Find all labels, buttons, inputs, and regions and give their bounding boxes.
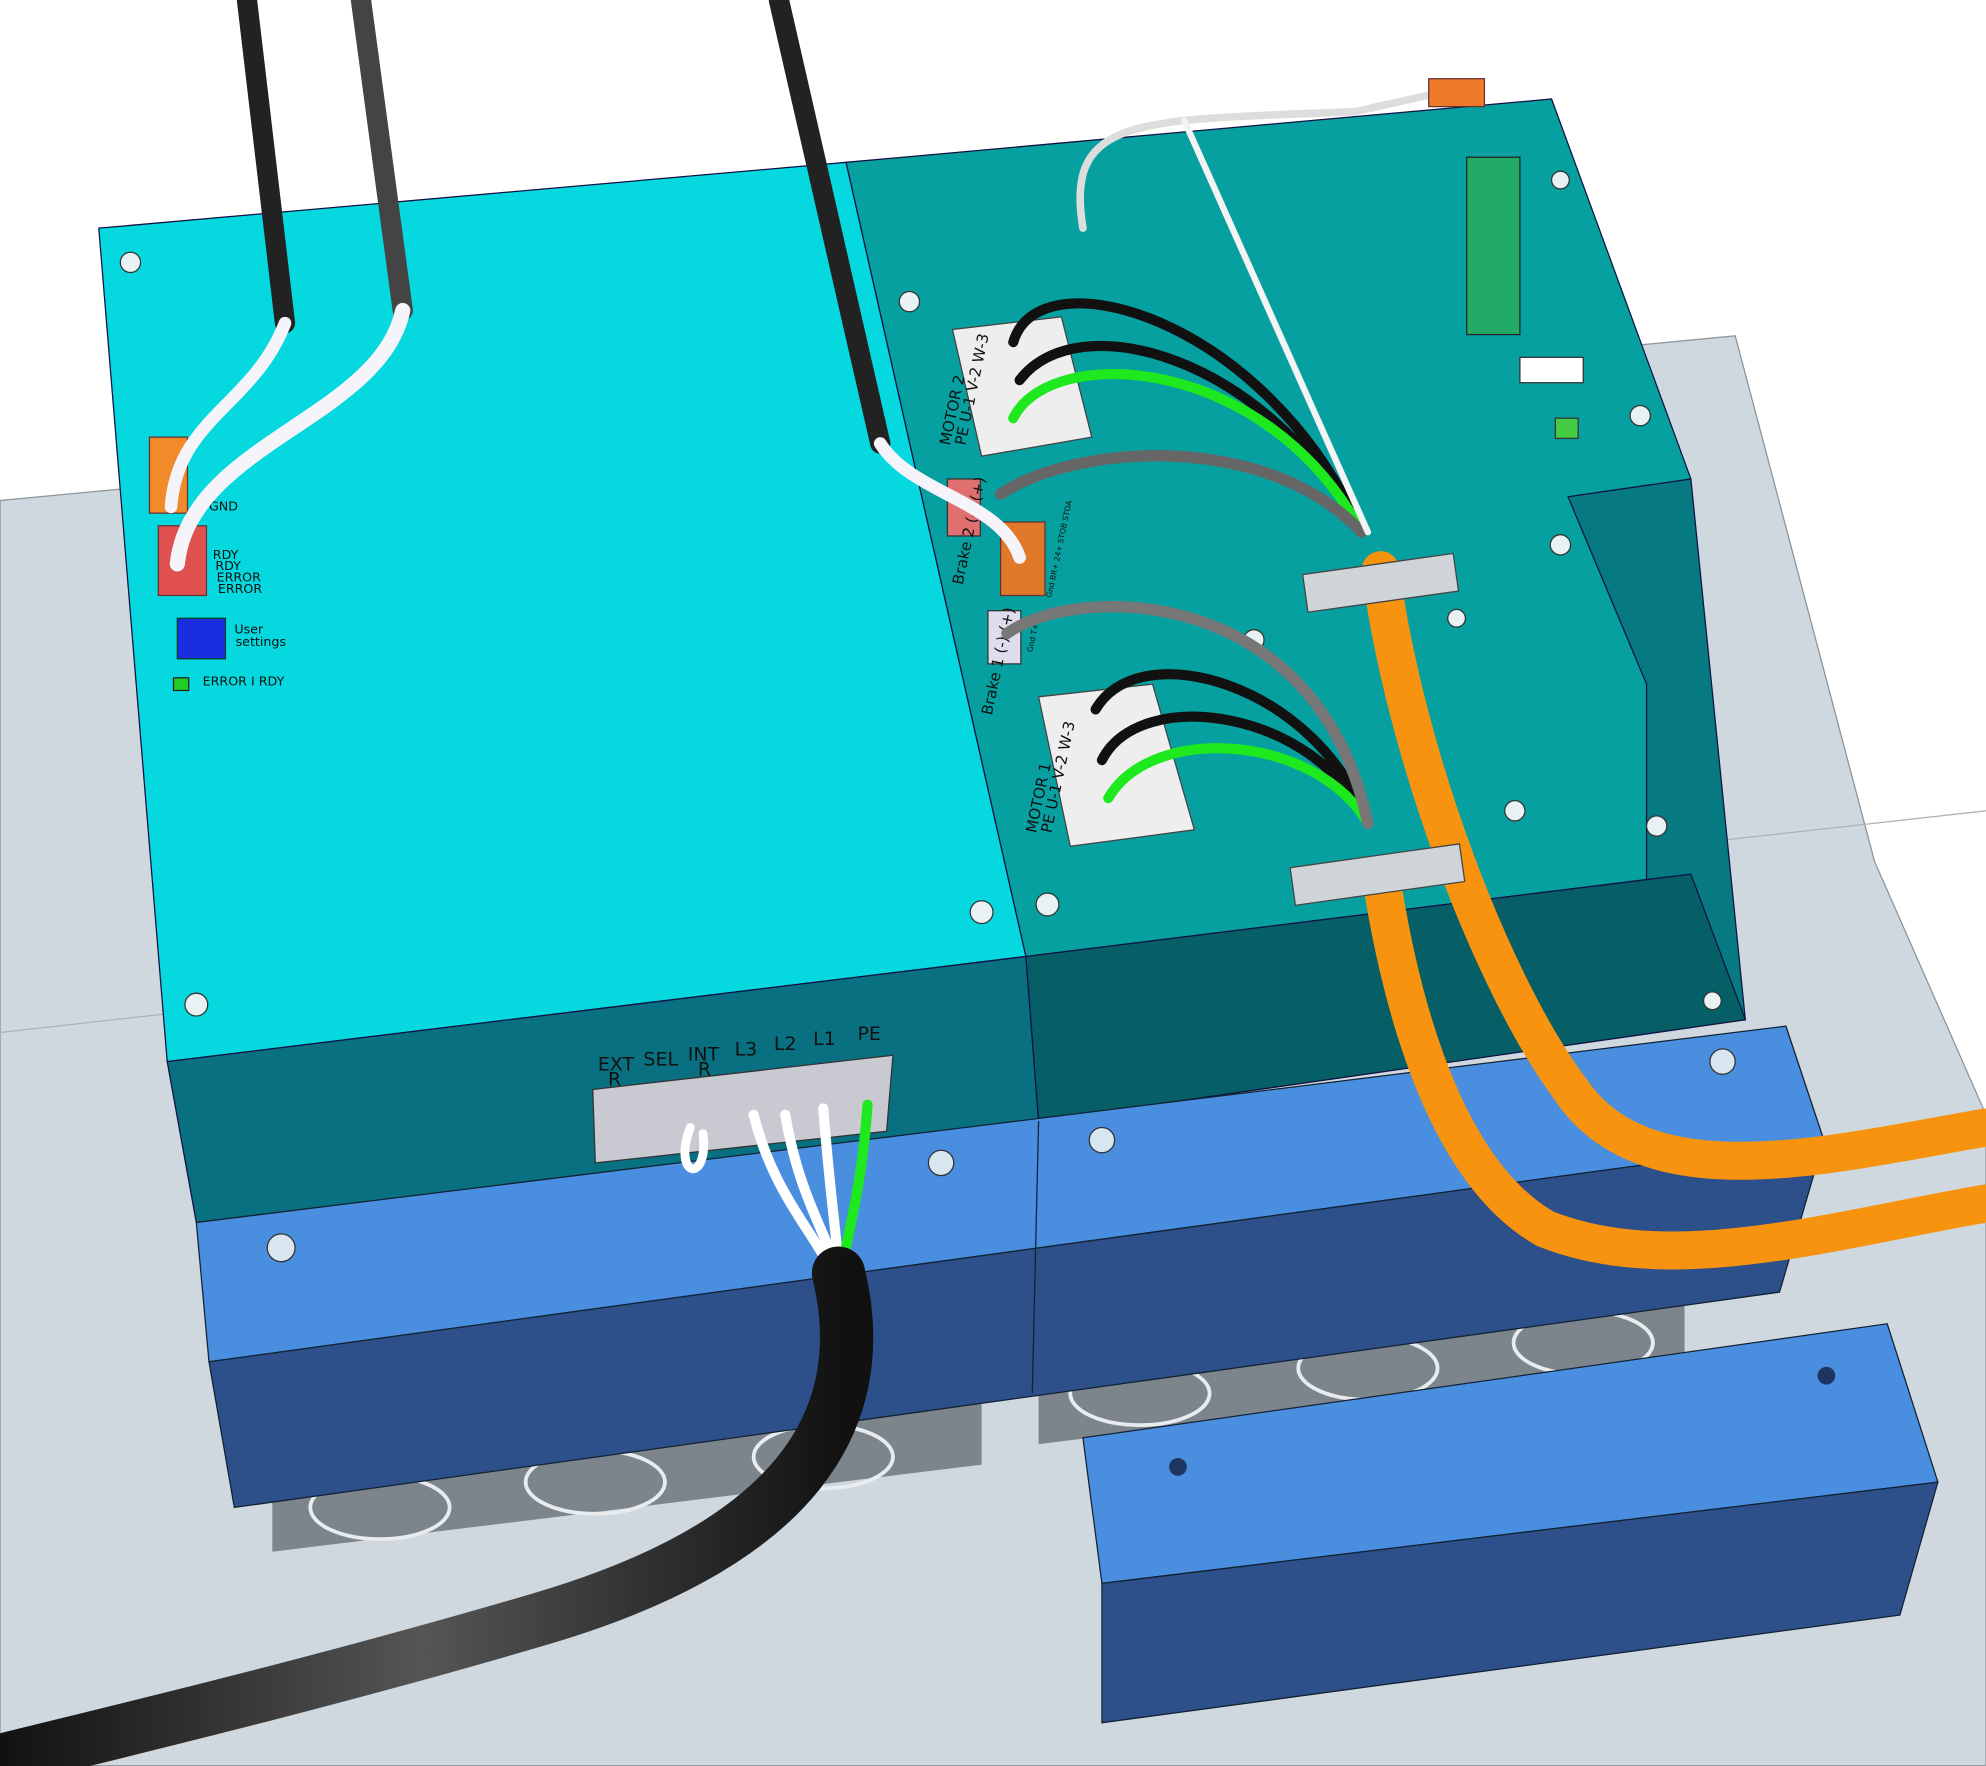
cad-render: GND RDY RDY ERROR ERROR User settings ER… [0, 0, 1986, 1766]
fiber-connector[interactable] [1428, 78, 1486, 108]
terminal-label-l2: L2 [774, 1033, 797, 1055]
dip-switch[interactable] [176, 617, 227, 660]
bracket-hole [1817, 1366, 1836, 1385]
dip-label-2: settings [236, 634, 286, 649]
terminal-label-pe: PE [857, 1023, 880, 1045]
terminal-label-l3: L3 [735, 1038, 758, 1060]
relay-label: ERROR [218, 581, 263, 596]
bracket-hole [1169, 1458, 1187, 1476]
terminal-label-ext-r: R [608, 1069, 621, 1091]
terminal-label-l1: L1 [813, 1028, 836, 1050]
led-label: ERROR I RDY [203, 673, 285, 688]
terminal-label-int-r: R [698, 1059, 711, 1081]
status-led [172, 677, 190, 692]
service-port[interactable] [1519, 356, 1584, 384]
status-led-right [1554, 417, 1579, 440]
cad-viewport: GND RDY RDY ERROR ERROR User settings ER… [0, 0, 1986, 1766]
terminal-label-sel: SEL [643, 1048, 678, 1070]
control-connector-strip[interactable] [1466, 156, 1521, 336]
